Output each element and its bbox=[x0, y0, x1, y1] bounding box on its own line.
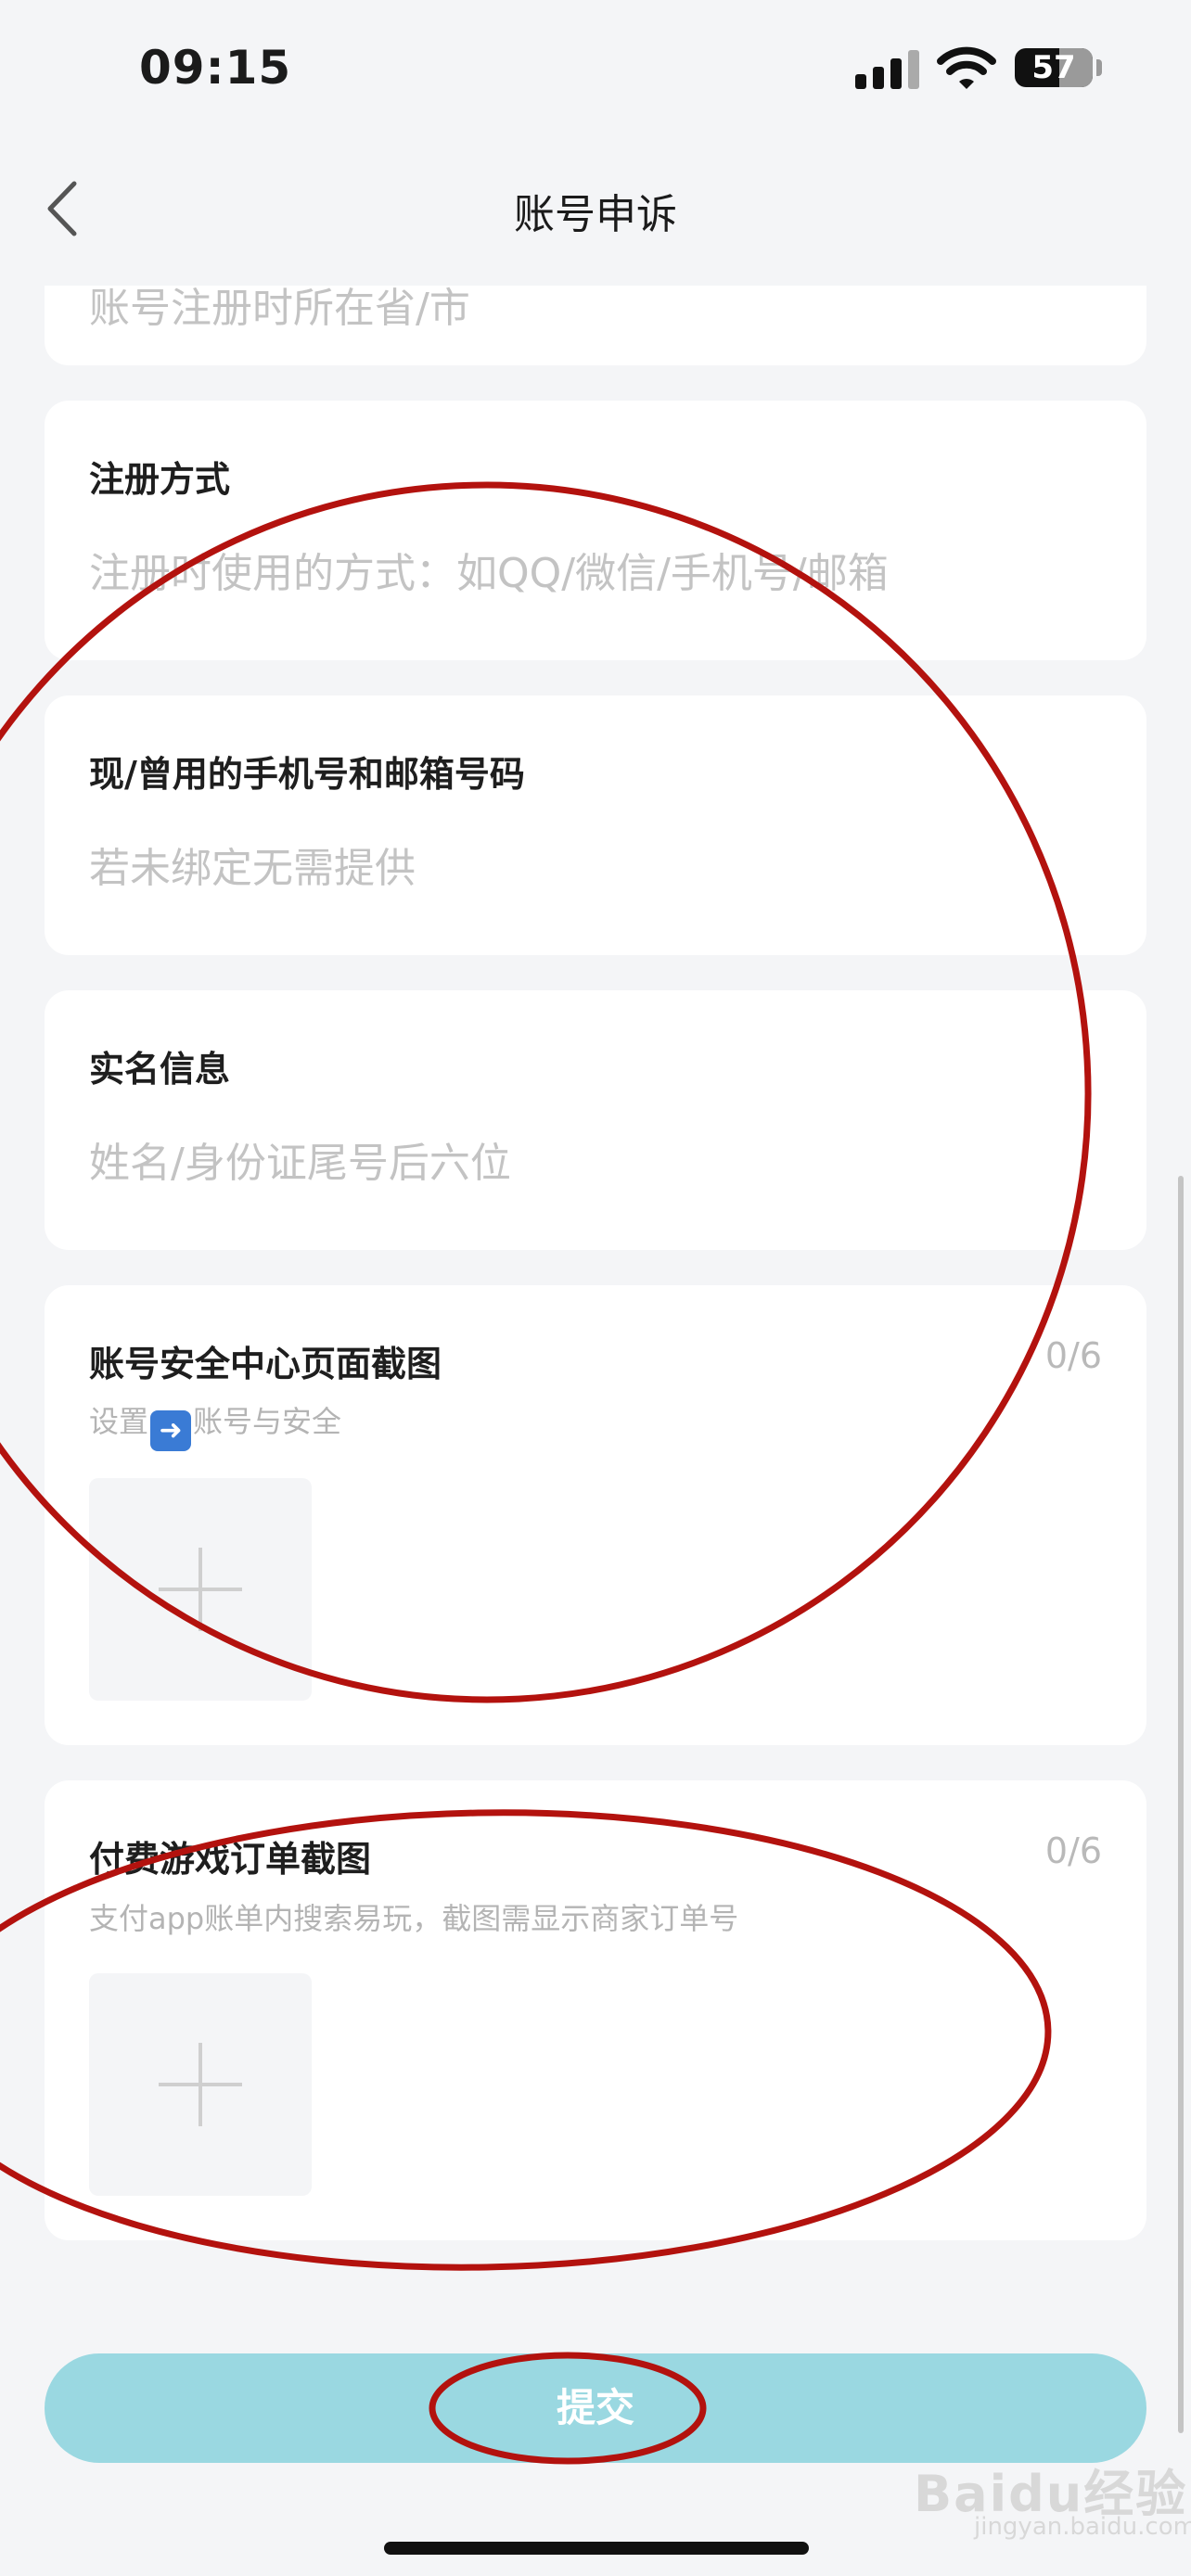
right-arrow-emoji-icon: ➜ bbox=[150, 1410, 192, 1451]
scrollbar[interactable] bbox=[1178, 1176, 1184, 2433]
real-name-card: 实名信息 姓名/身份证尾号后六位 bbox=[45, 990, 1146, 1250]
hint-text-settings: 设置 bbox=[89, 1404, 149, 1439]
status-time: 09:15 bbox=[139, 41, 292, 95]
battery-icon: 57 bbox=[1015, 48, 1093, 87]
page-title: 账号申诉 bbox=[514, 191, 677, 238]
order-screenshot-label: 付费游戏订单截图 bbox=[89, 1839, 372, 1880]
form-scroll-area[interactable]: 账号注册时所在省/市 注册方式 注册时使用的方式：如QQ/微信/手机号/邮箱 现… bbox=[0, 286, 1191, 2576]
battery-tip bbox=[1096, 59, 1102, 76]
order-upload-button[interactable] bbox=[89, 1973, 312, 2196]
security-screenshot-hint: 设置 ➜ 账号与安全 bbox=[89, 1398, 341, 1451]
security-screenshot-label: 账号安全中心页面截图 bbox=[89, 1344, 442, 1384]
cellular-signal-icon bbox=[855, 48, 920, 89]
watermark-url: jingyan.baidu.com bbox=[974, 2513, 1191, 2541]
region-input[interactable]: 账号注册时所在省/市 bbox=[89, 286, 470, 334]
hint-text-account-security: 账号与安全 bbox=[193, 1404, 342, 1439]
order-screenshot-hint: 支付app账单内搜索易玩，截图需显示商家订单号 bbox=[89, 1901, 739, 1936]
security-upload-button[interactable] bbox=[89, 1478, 312, 1701]
security-screenshot-counter: 0/6 bbox=[1044, 1335, 1102, 1376]
wifi-icon bbox=[937, 46, 996, 89]
contact-card: 现/曾用的手机号和邮箱号码 若未绑定无需提供 bbox=[45, 695, 1146, 955]
real-name-label: 实名信息 bbox=[89, 1049, 231, 1090]
order-screenshot-counter: 0/6 bbox=[1044, 1830, 1102, 1871]
home-indicator[interactable] bbox=[384, 2542, 809, 2555]
register-method-input[interactable]: 注册时使用的方式：如QQ/微信/手机号/邮箱 bbox=[89, 540, 889, 599]
order-screenshot-card: 付费游戏订单截图 0/6 支付app账单内搜索易玩，截图需显示商家订单号 bbox=[45, 1780, 1146, 2240]
contact-label: 现/曾用的手机号和邮箱号码 bbox=[89, 754, 525, 795]
region-card[interactable]: 账号注册时所在省/市 bbox=[45, 286, 1146, 365]
battery-level: 57 bbox=[1031, 49, 1076, 86]
security-screenshot-card: 账号安全中心页面截图 0/6 设置 ➜ 账号与安全 bbox=[45, 1285, 1146, 1745]
real-name-input[interactable]: 姓名/身份证尾号后六位 bbox=[89, 1129, 511, 1189]
register-method-card: 注册方式 注册时使用的方式：如QQ/微信/手机号/邮箱 bbox=[45, 401, 1146, 660]
contact-input[interactable]: 若未绑定无需提供 bbox=[89, 835, 416, 894]
register-method-label: 注册方式 bbox=[89, 459, 231, 500]
submit-button[interactable]: 提交 bbox=[45, 2353, 1146, 2463]
